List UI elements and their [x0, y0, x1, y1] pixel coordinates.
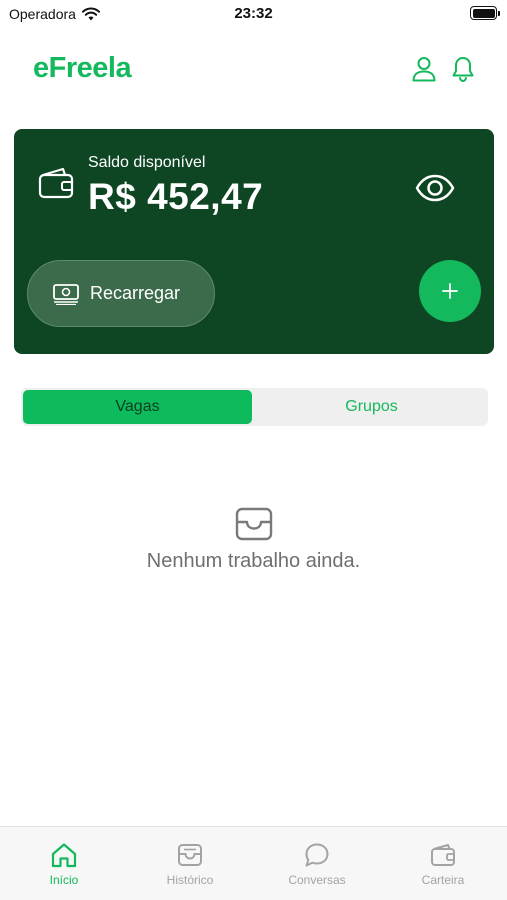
add-button[interactable] [419, 260, 481, 322]
balance-label: Saldo disponível [88, 154, 206, 171]
bell-icon[interactable] [450, 55, 476, 83]
tab-inicio[interactable]: Início [14, 841, 114, 887]
tab-conversas[interactable]: Conversas [267, 841, 367, 887]
eye-icon[interactable] [415, 172, 455, 204]
bottom-tab-bar: Início Histórico Conversas Carteira [0, 826, 507, 900]
user-icon[interactable] [411, 55, 437, 83]
tab-historico[interactable]: Histórico [140, 841, 240, 887]
segmented-control: Vagas Grupos [21, 388, 488, 426]
tab-grupos[interactable]: Grupos [257, 390, 486, 424]
app-logo: eFreela [33, 52, 132, 84]
inbox-icon [235, 507, 273, 541]
money-icon [53, 283, 79, 305]
status-bar: Operadora 23:32 [0, 0, 507, 30]
tab-historico-label: Histórico [166, 873, 214, 887]
tab-inicio-label: Início [49, 873, 79, 887]
plus-icon [442, 283, 458, 299]
chat-icon [305, 843, 329, 867]
recharge-button[interactable]: Recarregar [27, 260, 215, 327]
empty-state-message: Nenhum trabalho ainda. [146, 550, 361, 572]
wallet-icon [431, 844, 455, 866]
recharge-label: Recarregar [90, 283, 181, 303]
inbox-icon [178, 844, 202, 866]
tab-carteira[interactable]: Carteira [393, 841, 493, 887]
battery-icon [470, 6, 500, 20]
tab-vagas[interactable]: Vagas [23, 390, 252, 424]
tab-carteira-label: Carteira [421, 873, 465, 887]
home-icon [51, 843, 77, 868]
balance-amount: R$ 452,47 [88, 176, 264, 217]
wallet-icon [38, 167, 74, 199]
tab-conversas-label: Conversas [288, 873, 346, 887]
balance-card: Saldo disponível R$ 452,47 Recarregar [14, 129, 494, 354]
status-time: 23:32 [234, 5, 273, 22]
